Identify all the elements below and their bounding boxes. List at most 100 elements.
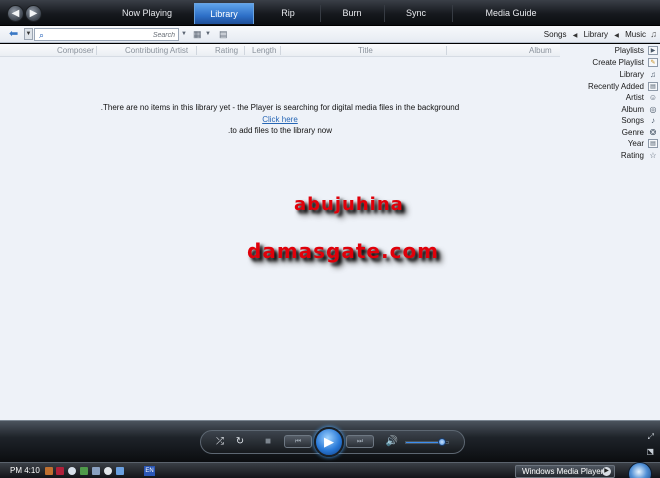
tab-sync[interactable]: Sync [384, 3, 448, 24]
taskbar-item-media-player[interactable]: Windows Media Player ▶ [515, 465, 615, 478]
add-files-link[interactable]: Click here [0, 115, 560, 124]
switch-to-compact-mode-icon[interactable]: ⬔ [646, 448, 654, 456]
column-rating[interactable]: Rating [215, 44, 238, 57]
library-navigation-panel: Playlists ▶ Create Playlist ✎ Library ♫ … [556, 44, 660, 164]
volume-knob[interactable] [437, 438, 446, 446]
watermark-abujuhina: abujuhina [294, 194, 404, 215]
volume-slider[interactable] [405, 438, 449, 446]
nav-item-label: Rating [620, 151, 644, 160]
nav-item-year[interactable]: Year ▤ [628, 138, 660, 149]
back-button[interactable]: ◀ [7, 5, 24, 22]
nav-item-label: Year [627, 139, 644, 148]
nav-item-label: Playlists [614, 46, 644, 55]
speaker-icon[interactable]: 🔊 [385, 435, 399, 449]
nav-item-label: Recently Added [587, 82, 644, 91]
back-arrow-icon[interactable]: ⬅ [9, 28, 18, 40]
search-input[interactable] [55, 30, 175, 40]
breadcrumb-separator-icon: ◀ [614, 33, 619, 39]
column-album[interactable]: Album [529, 44, 552, 57]
column-divider [196, 46, 197, 55]
play-button[interactable]: ▶ [314, 427, 344, 457]
calendar-icon: ▤ [648, 139, 658, 148]
stop-icon[interactable]: ■ [261, 435, 275, 449]
media-player-task-icon: ▶ [602, 467, 611, 476]
tab-burn[interactable]: Burn [320, 3, 384, 24]
view-options-icon[interactable]: ▤ [219, 28, 228, 40]
empty-library-message: .There are no items in this library yet … [100, 103, 460, 112]
forward-arrow-icon: ▶ [29, 8, 38, 19]
album-disc-icon: ◎ [649, 105, 657, 114]
tab-library[interactable]: Library [194, 3, 254, 24]
column-title[interactable]: Title [358, 44, 373, 57]
column-divider [96, 46, 97, 55]
nav-item-label: Genre [621, 128, 644, 137]
shuffle-icon[interactable]: ⤮ [213, 435, 227, 449]
history-dropdown[interactable]: ▼ [24, 28, 33, 40]
watermark-damasgate: damasgate.com [247, 239, 440, 263]
breadcrumb-library[interactable]: Library [584, 30, 608, 39]
antivirus-icon[interactable] [56, 467, 64, 475]
star-icon: ☆ [649, 151, 657, 160]
column-composer[interactable]: Composer [57, 44, 94, 57]
library-pane: Composer Contributing Artist Rating Leng… [0, 44, 660, 420]
play-arrow-icon: ▶ [648, 46, 658, 55]
nav-item-album[interactable]: Album ◎ [621, 104, 660, 115]
tab-rip[interactable]: Rip [256, 3, 320, 24]
forward-button[interactable]: ▶ [25, 5, 42, 22]
windows-taskbar: PM 4:10 EN Windows Media Player ▶ [0, 462, 660, 478]
taskbar-item-label: Windows Media Player [522, 467, 604, 476]
nav-item-create-playlist[interactable]: Create Playlist ✎ [592, 57, 660, 68]
nav-item-label: Artist [625, 93, 644, 102]
nav-item-genre[interactable]: Genre ❂ [622, 127, 660, 138]
nav-item-artist[interactable]: Artist ☺ [626, 92, 660, 103]
player-controls-bar: ⤮ ↻ ■ ⏮ ▶ ⏭ 🔊 ⤢ ⬔ [0, 420, 660, 462]
address-bar: ⬅ ▼ ⌕ ▼ ▦ ▼ ▤ Songs ◀ Library ◀ Music ♫ [0, 26, 660, 43]
display-icon[interactable] [116, 467, 124, 475]
layout-options-icon[interactable]: ▦ [193, 28, 202, 40]
nav-item-label: Create Playlist [592, 58, 644, 67]
nav-item-label: Album [621, 105, 644, 114]
music-category-icon[interactable]: ♫ [650, 28, 657, 40]
column-contributing-artist[interactable]: Contributing Artist [125, 44, 188, 57]
nav-item-playlists[interactable]: Playlists ▶ [615, 45, 660, 56]
messenger-icon[interactable] [80, 467, 88, 475]
breadcrumb-music[interactable]: Music [625, 30, 646, 39]
calendar-icon: ▤ [648, 82, 658, 91]
nav-item-label: Library [619, 70, 644, 79]
breadcrumb-separator-icon: ◀ [572, 33, 578, 39]
music-note-icon: ♪ [651, 116, 655, 125]
nav-item-recently-added[interactable]: Recently Added ▤ [588, 81, 660, 92]
next-button[interactable]: ⏭ [346, 435, 374, 448]
column-length[interactable]: Length [252, 44, 276, 57]
back-arrow-icon: ◀ [11, 8, 20, 19]
volume-tray-icon[interactable] [68, 467, 76, 475]
music-note-icon: ♫ [650, 70, 656, 79]
artist-icon: ☺ [648, 93, 658, 102]
column-divider [244, 46, 245, 55]
nav-item-library[interactable]: Library ♫ [620, 69, 660, 80]
previous-button[interactable]: ⏮ [284, 435, 312, 448]
expand-icon[interactable]: ⤢ [648, 433, 654, 441]
language-indicator[interactable]: EN [144, 466, 155, 476]
breadcrumb-songs[interactable]: Songs [544, 30, 567, 39]
network-icon[interactable] [45, 467, 53, 475]
device-icon[interactable] [92, 467, 100, 475]
nav-item-songs[interactable]: Songs ♪ [621, 115, 660, 126]
repeat-icon[interactable]: ↻ [233, 435, 247, 449]
play-icon: ▶ [324, 434, 334, 449]
title-tab-bar: ◀ ▶ Now Playing Library Rip Burn Sync Me… [0, 0, 660, 26]
nav-item-rating[interactable]: Rating ☆ [621, 150, 660, 161]
tab-media-guide[interactable]: Media Guide [452, 3, 570, 24]
new-playlist-icon: ✎ [648, 58, 658, 67]
layout-dropdown-icon[interactable]: ▼ [205, 28, 211, 40]
clock[interactable]: PM 4:10 [10, 466, 40, 475]
update-icon[interactable] [104, 467, 112, 475]
search-box[interactable]: ⌕ [34, 28, 179, 41]
search-dropdown-icon[interactable]: ▼ [181, 28, 187, 40]
tab-now-playing[interactable]: Now Playing [98, 3, 196, 24]
column-header-row: Composer Contributing Artist Rating Leng… [0, 44, 560, 57]
search-icon[interactable]: ⌕ [39, 29, 44, 41]
add-files-message: .to add files to the library now [227, 126, 333, 135]
nav-item-label: Songs [621, 116, 644, 125]
column-divider [446, 46, 447, 55]
